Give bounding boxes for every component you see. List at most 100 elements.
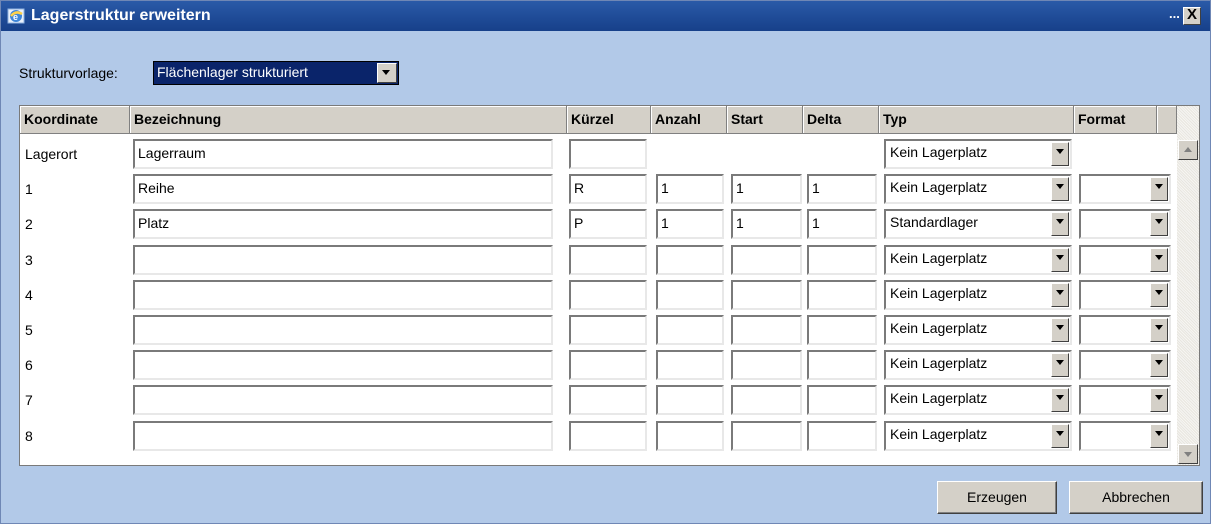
kuerzel-input[interactable]: R bbox=[569, 174, 647, 204]
format-select[interactable] bbox=[1079, 209, 1171, 239]
start-input[interactable]: 1 bbox=[731, 174, 802, 204]
start-input[interactable] bbox=[731, 315, 802, 345]
typ-select[interactable]: Kein Lagerplatz bbox=[884, 315, 1072, 345]
delta-input[interactable] bbox=[807, 385, 877, 415]
chevron-down-icon[interactable] bbox=[1150, 424, 1168, 448]
kuerzel-input[interactable] bbox=[569, 385, 647, 415]
typ-select[interactable]: Kein Lagerplatz bbox=[884, 174, 1072, 204]
anzahl-input[interactable] bbox=[656, 315, 724, 345]
column-header-bezeichnung[interactable]: Bezeichnung bbox=[130, 106, 567, 134]
start-input[interactable]: 1 bbox=[731, 209, 802, 239]
close-button[interactable]: X bbox=[1183, 7, 1201, 25]
anzahl-input[interactable]: 1 bbox=[656, 209, 724, 239]
delta-input[interactable] bbox=[807, 280, 877, 310]
chevron-down-icon[interactable] bbox=[1150, 212, 1168, 236]
scroll-up-button[interactable] bbox=[1178, 140, 1198, 160]
start-input[interactable] bbox=[731, 421, 802, 451]
bezeichnung-input[interactable] bbox=[133, 421, 553, 451]
kuerzel-input[interactable] bbox=[569, 280, 647, 310]
chevron-down-icon[interactable] bbox=[1051, 283, 1069, 307]
bezeichnung-input[interactable] bbox=[133, 245, 553, 275]
title-ellipsis: ... bbox=[1169, 6, 1180, 21]
start-input[interactable] bbox=[731, 245, 802, 275]
kuerzel-input[interactable] bbox=[569, 245, 647, 275]
kuerzel-input[interactable] bbox=[569, 350, 647, 380]
kuerzel-input[interactable] bbox=[569, 421, 647, 451]
chevron-down-icon[interactable] bbox=[1051, 388, 1069, 412]
anzahl-input[interactable] bbox=[656, 385, 724, 415]
bezeichnung-input[interactable] bbox=[133, 350, 553, 380]
cancel-button[interactable]: Abbrechen bbox=[1069, 481, 1203, 514]
chevron-down-icon[interactable] bbox=[1150, 248, 1168, 272]
format-select[interactable] bbox=[1079, 385, 1171, 415]
column-header-delta[interactable]: Delta bbox=[803, 106, 879, 134]
format-select[interactable] bbox=[1079, 350, 1171, 380]
typ-select[interactable]: Kein Lagerplatz bbox=[884, 350, 1072, 380]
anzahl-input[interactable] bbox=[656, 245, 724, 275]
typ-select-value: Kein Lagerplatz bbox=[890, 250, 988, 266]
typ-select[interactable]: Kein Lagerplatz bbox=[884, 280, 1072, 310]
column-header-anzahl[interactable]: Anzahl bbox=[651, 106, 727, 134]
vertical-scrollbar[interactable] bbox=[1177, 106, 1199, 465]
bezeichnung-input[interactable] bbox=[133, 315, 553, 345]
template-select[interactable]: Flächenlager strukturiert bbox=[153, 61, 399, 85]
chevron-down-icon[interactable] bbox=[1150, 353, 1168, 377]
typ-select[interactable]: Kein Lagerplatz bbox=[884, 139, 1072, 169]
format-select[interactable] bbox=[1079, 315, 1171, 345]
column-header-format[interactable]: Format bbox=[1074, 106, 1157, 134]
typ-select[interactable]: Kein Lagerplatz bbox=[884, 245, 1072, 275]
template-select-value: Flächenlager strukturiert bbox=[157, 64, 372, 80]
typ-select-value: Kein Lagerplatz bbox=[890, 179, 988, 195]
kuerzel-input[interactable]: P bbox=[569, 209, 647, 239]
delta-input[interactable] bbox=[807, 350, 877, 380]
chevron-down-icon[interactable] bbox=[377, 63, 397, 83]
format-select[interactable] bbox=[1079, 245, 1171, 275]
chevron-down-icon[interactable] bbox=[1150, 388, 1168, 412]
bezeichnung-input[interactable]: Lagerraum bbox=[133, 139, 553, 169]
delta-input[interactable]: 1 bbox=[807, 209, 877, 239]
delta-input[interactable] bbox=[807, 421, 877, 451]
chevron-down-icon[interactable] bbox=[1051, 177, 1069, 201]
scroll-down-button[interactable] bbox=[1178, 444, 1198, 464]
column-header-koordinate[interactable]: Koordinate bbox=[20, 106, 130, 134]
chevron-down-icon[interactable] bbox=[1150, 318, 1168, 342]
anzahl-input[interactable] bbox=[656, 350, 724, 380]
anzahl-input[interactable] bbox=[656, 421, 724, 451]
delta-input[interactable]: 1 bbox=[807, 174, 877, 204]
typ-select[interactable]: Kein Lagerplatz bbox=[884, 421, 1072, 451]
column-header-start[interactable]: Start bbox=[727, 106, 803, 134]
chevron-down-icon[interactable] bbox=[1150, 177, 1168, 201]
typ-select-value: Kein Lagerplatz bbox=[890, 426, 988, 442]
column-header-kuerzel[interactable]: Kürzel bbox=[567, 106, 651, 134]
coordinate-label: 5 bbox=[25, 322, 33, 338]
kuerzel-input[interactable] bbox=[569, 315, 647, 345]
title-bar[interactable]: e Lagerstruktur erweitern ... X bbox=[1, 1, 1210, 31]
create-button[interactable]: Erzeugen bbox=[937, 481, 1057, 514]
chevron-down-icon[interactable] bbox=[1051, 424, 1069, 448]
start-input[interactable] bbox=[731, 350, 802, 380]
typ-select[interactable]: Standardlager bbox=[884, 209, 1072, 239]
start-input[interactable] bbox=[731, 385, 802, 415]
anzahl-input[interactable] bbox=[656, 280, 724, 310]
delta-input[interactable] bbox=[807, 245, 877, 275]
typ-select[interactable]: Kein Lagerplatz bbox=[884, 385, 1072, 415]
chevron-down-icon[interactable] bbox=[1051, 353, 1069, 377]
typ-select-value: Standardlager bbox=[890, 214, 978, 230]
column-header-typ[interactable]: Typ bbox=[879, 106, 1074, 134]
anzahl-input[interactable]: 1 bbox=[656, 174, 724, 204]
chevron-down-icon[interactable] bbox=[1051, 142, 1069, 166]
kuerzel-input[interactable] bbox=[569, 139, 647, 169]
chevron-down-icon[interactable] bbox=[1150, 283, 1168, 307]
chevron-down-icon[interactable] bbox=[1051, 318, 1069, 342]
bezeichnung-input[interactable]: Platz bbox=[133, 209, 553, 239]
delta-input[interactable] bbox=[807, 315, 877, 345]
format-select[interactable] bbox=[1079, 421, 1171, 451]
chevron-down-icon[interactable] bbox=[1051, 212, 1069, 236]
format-select[interactable] bbox=[1079, 174, 1171, 204]
format-select[interactable] bbox=[1079, 280, 1171, 310]
chevron-down-icon[interactable] bbox=[1051, 248, 1069, 272]
bezeichnung-input[interactable] bbox=[133, 280, 553, 310]
bezeichnung-input[interactable]: Reihe bbox=[133, 174, 553, 204]
bezeichnung-input[interactable] bbox=[133, 385, 553, 415]
start-input[interactable] bbox=[731, 280, 802, 310]
